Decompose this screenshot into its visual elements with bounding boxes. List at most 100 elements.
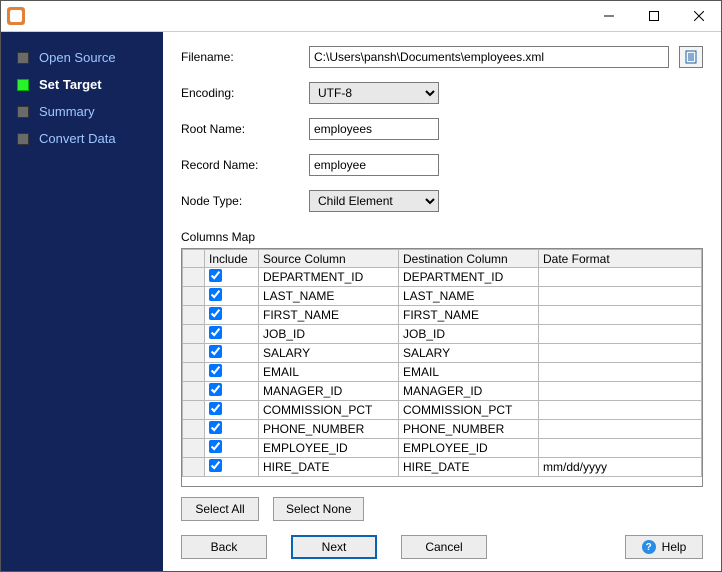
include-checkbox[interactable] bbox=[209, 421, 222, 434]
cell-date-format[interactable] bbox=[539, 344, 702, 363]
table-row[interactable]: MANAGER_IDMANAGER_ID bbox=[183, 382, 702, 401]
record-name-label: Record Name: bbox=[181, 158, 301, 172]
table-row[interactable]: EMAILEMAIL bbox=[183, 363, 702, 382]
sidebar-item-convert-data[interactable]: Convert Data bbox=[1, 125, 163, 152]
cell-source[interactable]: DEPARTMENT_ID bbox=[259, 268, 399, 287]
select-none-button[interactable]: Select None bbox=[273, 497, 364, 521]
cell-include[interactable] bbox=[205, 420, 259, 439]
cell-include[interactable] bbox=[205, 306, 259, 325]
root-name-input[interactable] bbox=[309, 118, 439, 140]
step-marker-icon bbox=[17, 106, 29, 118]
node-type-label: Node Type: bbox=[181, 194, 301, 208]
cell-source[interactable]: SALARY bbox=[259, 344, 399, 363]
row-header bbox=[183, 420, 205, 439]
table-row[interactable]: SALARYSALARY bbox=[183, 344, 702, 363]
step-marker-icon bbox=[17, 133, 29, 145]
node-type-select[interactable]: Child Element bbox=[309, 190, 439, 212]
table-row[interactable]: COMMISSION_PCTCOMMISSION_PCT bbox=[183, 401, 702, 420]
cell-include[interactable] bbox=[205, 268, 259, 287]
row-header bbox=[183, 439, 205, 458]
cell-source[interactable]: PHONE_NUMBER bbox=[259, 420, 399, 439]
include-checkbox[interactable] bbox=[209, 269, 222, 282]
sidebar-item-set-target[interactable]: Set Target bbox=[1, 71, 163, 98]
cell-source[interactable]: EMPLOYEE_ID bbox=[259, 439, 399, 458]
help-icon: ? bbox=[642, 540, 656, 554]
next-button[interactable]: Next bbox=[291, 535, 377, 559]
encoding-select[interactable]: UTF-8 bbox=[309, 82, 439, 104]
cell-destination[interactable]: SALARY bbox=[399, 344, 539, 363]
cell-date-format[interactable] bbox=[539, 401, 702, 420]
sidebar-item-open-source[interactable]: Open Source bbox=[1, 44, 163, 71]
record-name-input[interactable] bbox=[309, 154, 439, 176]
minimize-button[interactable] bbox=[586, 2, 631, 30]
cell-destination[interactable]: EMAIL bbox=[399, 363, 539, 382]
table-row[interactable]: HIRE_DATEHIRE_DATEmm/dd/yyyy bbox=[183, 458, 702, 477]
help-button[interactable]: ? Help bbox=[625, 535, 703, 559]
col-header-date-format[interactable]: Date Format bbox=[539, 250, 702, 268]
root-name-label: Root Name: bbox=[181, 122, 301, 136]
table-row[interactable]: DEPARTMENT_IDDEPARTMENT_ID bbox=[183, 268, 702, 287]
table-row[interactable]: JOB_IDJOB_ID bbox=[183, 325, 702, 344]
table-row[interactable]: LAST_NAMELAST_NAME bbox=[183, 287, 702, 306]
cell-include[interactable] bbox=[205, 382, 259, 401]
cell-include[interactable] bbox=[205, 363, 259, 382]
cell-source[interactable]: HIRE_DATE bbox=[259, 458, 399, 477]
include-checkbox[interactable] bbox=[209, 402, 222, 415]
cell-source[interactable]: JOB_ID bbox=[259, 325, 399, 344]
cell-destination[interactable]: HIRE_DATE bbox=[399, 458, 539, 477]
cell-date-format[interactable] bbox=[539, 325, 702, 344]
cell-include[interactable] bbox=[205, 439, 259, 458]
col-header-destination[interactable]: Destination Column bbox=[399, 250, 539, 268]
cell-date-format[interactable] bbox=[539, 306, 702, 325]
cell-date-format[interactable] bbox=[539, 287, 702, 306]
cell-destination[interactable]: MANAGER_ID bbox=[399, 382, 539, 401]
cell-include[interactable] bbox=[205, 458, 259, 477]
col-header-include[interactable]: Include bbox=[205, 250, 259, 268]
include-checkbox[interactable] bbox=[209, 307, 222, 320]
cell-destination[interactable]: JOB_ID bbox=[399, 325, 539, 344]
cell-include[interactable] bbox=[205, 325, 259, 344]
cell-destination[interactable]: LAST_NAME bbox=[399, 287, 539, 306]
cell-date-format[interactable] bbox=[539, 363, 702, 382]
filename-input[interactable] bbox=[309, 46, 669, 68]
include-checkbox[interactable] bbox=[209, 364, 222, 377]
cell-destination[interactable]: COMMISSION_PCT bbox=[399, 401, 539, 420]
cell-include[interactable] bbox=[205, 401, 259, 420]
maximize-button[interactable] bbox=[631, 2, 676, 30]
cell-source[interactable]: COMMISSION_PCT bbox=[259, 401, 399, 420]
cell-date-format[interactable] bbox=[539, 382, 702, 401]
include-checkbox[interactable] bbox=[209, 345, 222, 358]
table-row[interactable]: FIRST_NAMEFIRST_NAME bbox=[183, 306, 702, 325]
cell-destination[interactable]: DEPARTMENT_ID bbox=[399, 268, 539, 287]
col-header-source[interactable]: Source Column bbox=[259, 250, 399, 268]
include-checkbox[interactable] bbox=[209, 459, 222, 472]
cancel-button[interactable]: Cancel bbox=[401, 535, 487, 559]
cell-date-format[interactable] bbox=[539, 268, 702, 287]
close-button[interactable] bbox=[676, 2, 721, 30]
back-button[interactable]: Back bbox=[181, 535, 267, 559]
cell-date-format[interactable] bbox=[539, 420, 702, 439]
filename-label: Filename: bbox=[181, 50, 301, 64]
cell-source[interactable]: LAST_NAME bbox=[259, 287, 399, 306]
include-checkbox[interactable] bbox=[209, 440, 222, 453]
include-checkbox[interactable] bbox=[209, 326, 222, 339]
cell-date-format[interactable]: mm/dd/yyyy bbox=[539, 458, 702, 477]
cell-source[interactable]: FIRST_NAME bbox=[259, 306, 399, 325]
include-checkbox[interactable] bbox=[209, 288, 222, 301]
table-row[interactable]: EMPLOYEE_IDEMPLOYEE_ID bbox=[183, 439, 702, 458]
cell-destination[interactable]: EMPLOYEE_ID bbox=[399, 439, 539, 458]
cell-include[interactable] bbox=[205, 344, 259, 363]
cell-destination[interactable]: PHONE_NUMBER bbox=[399, 420, 539, 439]
include-checkbox[interactable] bbox=[209, 383, 222, 396]
cell-date-format[interactable] bbox=[539, 439, 702, 458]
cell-destination[interactable]: FIRST_NAME bbox=[399, 306, 539, 325]
table-row[interactable]: PHONE_NUMBERPHONE_NUMBER bbox=[183, 420, 702, 439]
cell-source[interactable]: MANAGER_ID bbox=[259, 382, 399, 401]
row-header bbox=[183, 344, 205, 363]
cell-include[interactable] bbox=[205, 287, 259, 306]
select-all-button[interactable]: Select All bbox=[181, 497, 259, 521]
browse-file-button[interactable] bbox=[679, 46, 703, 68]
cell-source[interactable]: EMAIL bbox=[259, 363, 399, 382]
sidebar-item-summary[interactable]: Summary bbox=[1, 98, 163, 125]
sidebar-item-label: Summary bbox=[39, 104, 95, 119]
